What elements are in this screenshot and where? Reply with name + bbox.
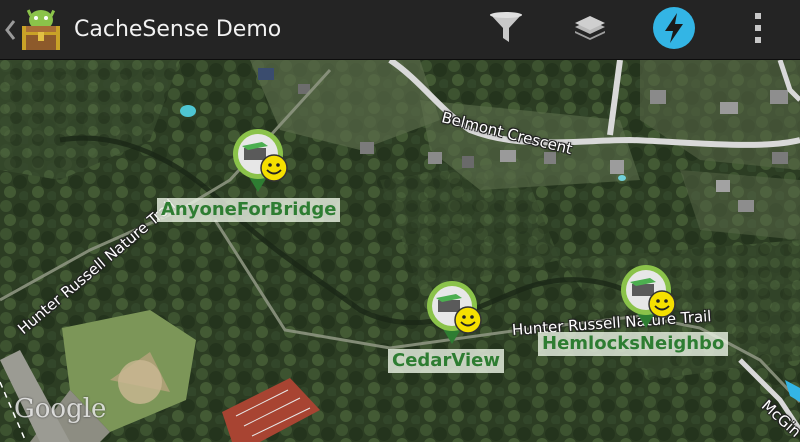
cache-found-icon: [233, 129, 288, 192]
cache-label-hemlocksneighbo[interactable]: HemlocksNeighbo: [538, 332, 729, 356]
cache-label-cedarview[interactable]: CedarView: [388, 349, 504, 373]
cache-found-icon: [621, 265, 676, 328]
back-chevron-icon[interactable]: [4, 18, 16, 42]
overflow-menu-icon: [752, 10, 764, 50]
action-bar: CacheSense Demo: [0, 0, 800, 60]
cache-found-icon: [427, 281, 482, 344]
funnel-icon: [486, 8, 526, 52]
lightning-icon: [652, 6, 696, 54]
live-mode-button[interactable]: [646, 6, 702, 54]
layers-icon: [570, 8, 610, 52]
cache-marker-cedarview[interactable]: [426, 280, 486, 346]
google-attribution: Google: [14, 394, 107, 424]
cache-label-anyoneforbridge[interactable]: AnyoneForBridge: [157, 198, 341, 222]
cache-marker-anyoneforbridge[interactable]: [232, 128, 292, 194]
app-title: CacheSense Demo: [74, 17, 282, 42]
layers-button[interactable]: [562, 6, 618, 54]
filter-button[interactable]: [478, 6, 534, 54]
map-view[interactable]: Belmont Crescent Hunter Russell Nature T…: [0, 60, 800, 442]
cache-marker-hemlocksneighbo[interactable]: [620, 264, 680, 330]
overflow-menu-button[interactable]: [730, 6, 786, 54]
app-logo-icon[interactable]: [18, 6, 64, 54]
